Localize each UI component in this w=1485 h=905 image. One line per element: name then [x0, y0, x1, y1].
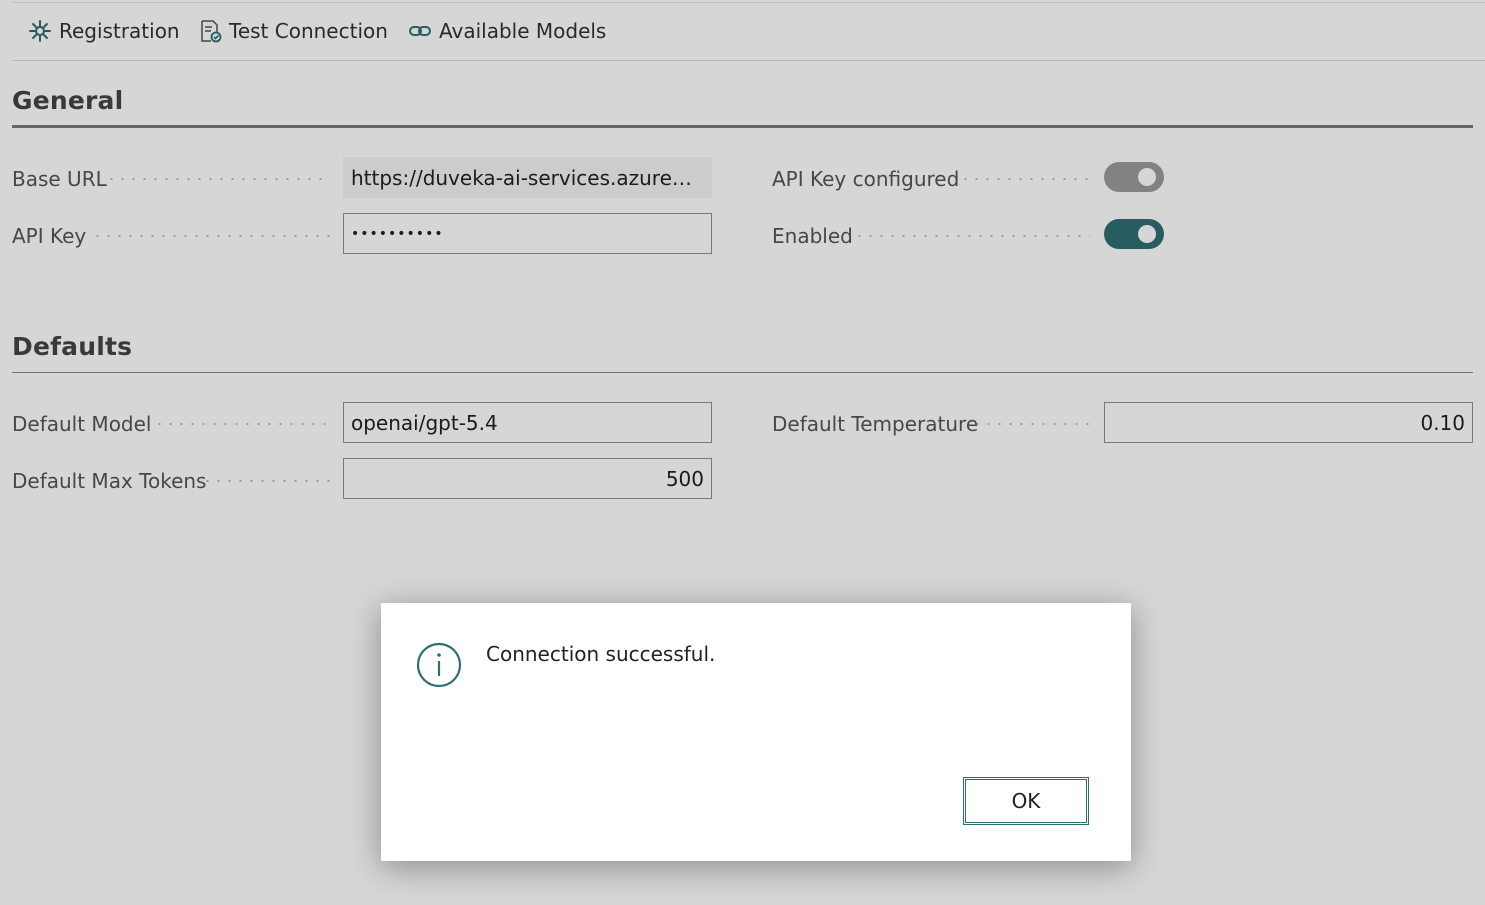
dialog-message: Connection successful.: [486, 642, 716, 666]
setup-page: Registration Test Connection Available M…: [0, 0, 1485, 905]
message-dialog: Connection successful. OK: [381, 603, 1131, 861]
ok-button[interactable]: OK: [963, 777, 1089, 825]
info-icon: [416, 642, 462, 688]
